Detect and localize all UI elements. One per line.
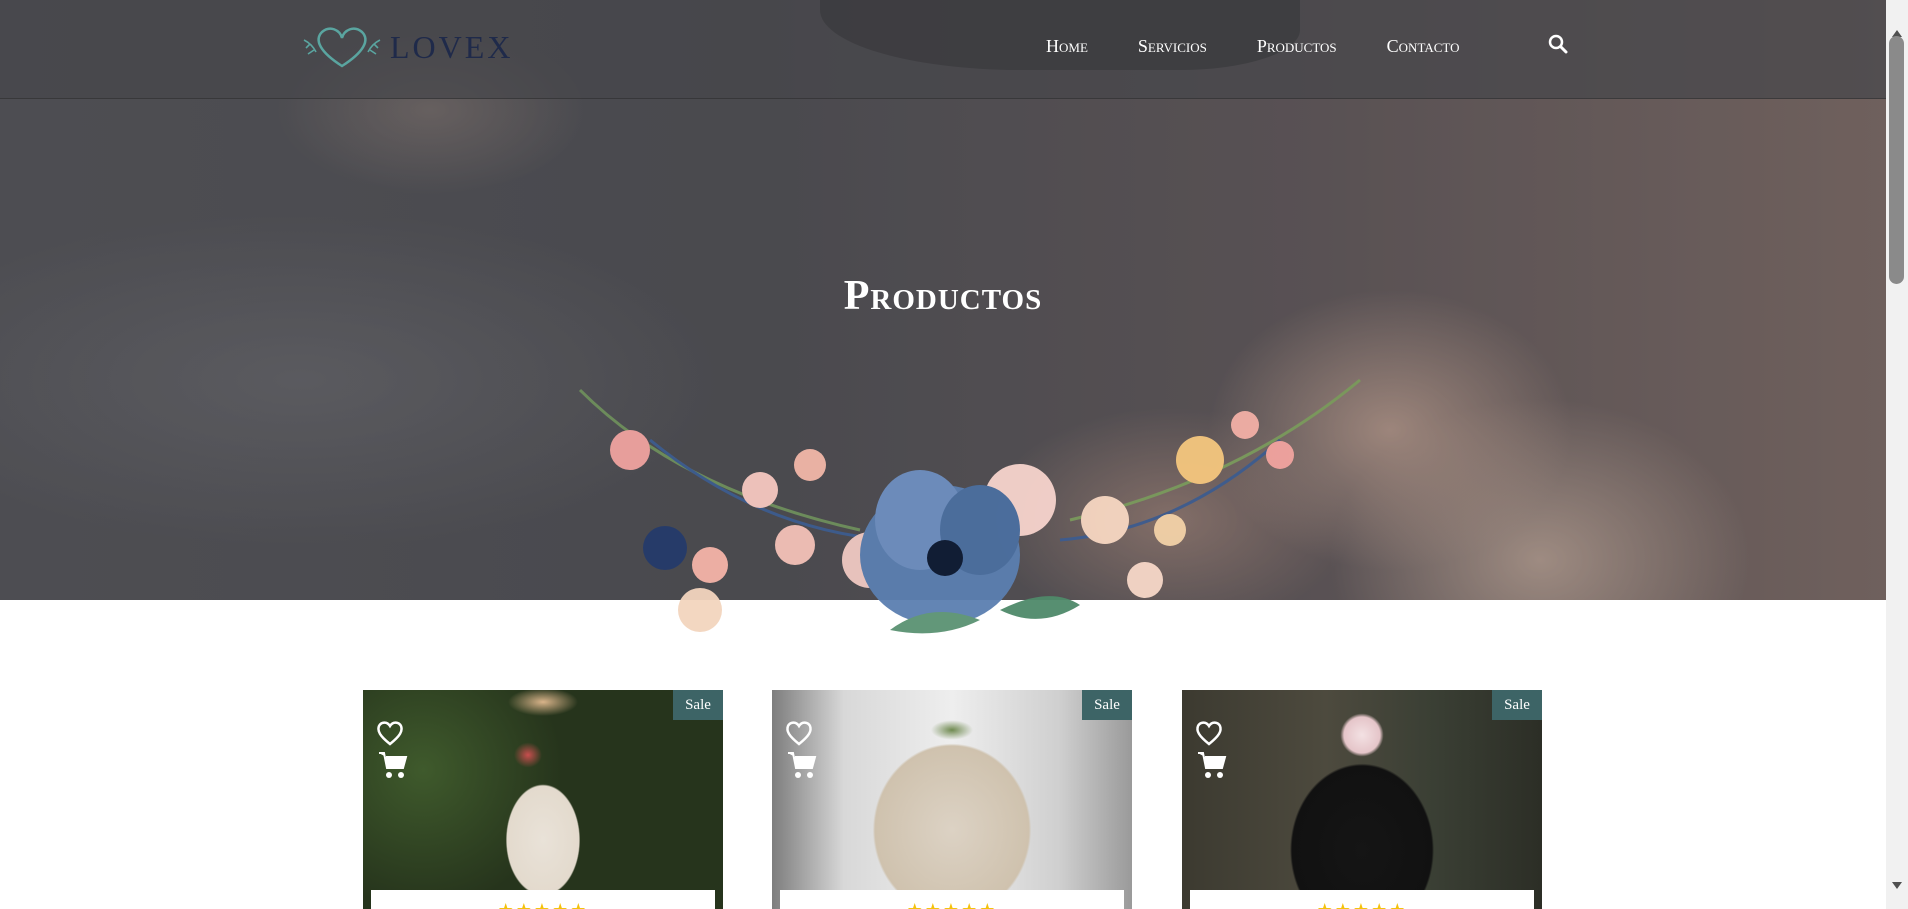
product-info-panel: ★★★★★ xyxy=(1190,890,1534,909)
product-card[interactable]: Sale ★★★★★ xyxy=(1182,690,1542,909)
brand-name: LOVEX xyxy=(390,28,514,65)
nav-contacto-link[interactable]: Contacto xyxy=(1387,36,1460,57)
page-title: Productos xyxy=(843,273,1043,319)
product-image[interactable] xyxy=(772,690,1132,909)
product-card[interactable]: Sale ★★★★★ xyxy=(363,690,723,909)
product-image[interactable] xyxy=(363,690,723,909)
product-image[interactable] xyxy=(1182,690,1542,909)
heart-icon[interactable] xyxy=(784,720,814,746)
product-info-panel: ★★★★★ xyxy=(371,890,715,909)
scrollbar-thumb[interactable] xyxy=(1889,36,1904,284)
heart-icon[interactable] xyxy=(1194,720,1224,746)
nav-home-link[interactable]: Home xyxy=(1046,36,1088,57)
nav-servicios-link[interactable]: Servicios xyxy=(1138,36,1207,57)
nav-productos-link[interactable]: Productos xyxy=(1257,36,1337,57)
cart-icon[interactable] xyxy=(377,750,409,780)
logo[interactable]: LOVEX xyxy=(300,22,513,72)
heart-icon[interactable] xyxy=(375,720,405,746)
star-rating: ★★★★★ xyxy=(780,900,1124,909)
sale-badge: Sale xyxy=(1492,690,1542,720)
floral-decoration xyxy=(578,378,1361,634)
sale-badge: Sale xyxy=(1082,690,1132,720)
cart-icon[interactable] xyxy=(786,750,818,780)
top-navbar: LOVEX Home Servicios Productos Contacto xyxy=(0,0,1886,99)
main-nav: Home Servicios Productos Contacto xyxy=(1046,34,1568,57)
product-info-panel: ★★★★★ xyxy=(780,890,1124,909)
heart-logo-icon xyxy=(303,27,381,68)
star-rating: ★★★★★ xyxy=(371,900,715,909)
sale-badge: Sale xyxy=(673,690,723,720)
star-rating: ★★★★★ xyxy=(1190,900,1534,909)
search-icon[interactable] xyxy=(1548,34,1568,54)
scroll-down-arrow-icon[interactable] xyxy=(1892,882,1902,889)
cart-icon[interactable] xyxy=(1196,750,1228,780)
product-card[interactable]: Sale ★★★★★ xyxy=(772,690,1132,909)
